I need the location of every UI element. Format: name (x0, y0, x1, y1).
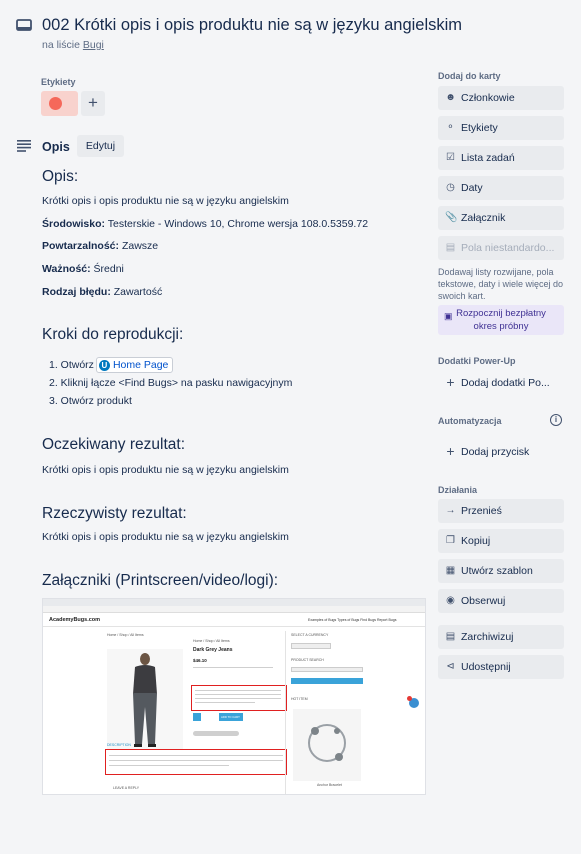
copy-icon: ❐ (446, 535, 455, 546)
shot-nav: Examples of Bugs Types of Bugs Find Bugs… (308, 618, 397, 622)
card-title[interactable]: 002 Krótki opis i opis produktu nie są w… (42, 16, 462, 35)
shot-hot-title: HOT ITEM (291, 697, 308, 701)
checklist-button[interactable]: ☑ Lista zadań (438, 146, 564, 170)
eye-icon: ◉ (446, 595, 455, 606)
shot-highlight-short-desc (191, 685, 287, 711)
custom-fields-button[interactable]: ▤ Pola niestandardo... (438, 236, 564, 260)
env-line: Środowisko: Testerskie - Windows 10, Chr… (42, 218, 369, 230)
heading-attachments: Załączniki (Printscreen/video/logi): (42, 572, 279, 589)
plus-icon: + (446, 374, 455, 390)
arrow-right-icon: → (445, 505, 456, 516)
shot-reply: LEAVE A REPLY (113, 786, 140, 790)
heading-actual: Rzeczywisty rezultat: (42, 505, 187, 522)
checkbox-icon: ☑ (446, 152, 455, 163)
heading-steps: Kroki do reprodukcji: (42, 326, 184, 343)
label-chip-red[interactable] (41, 91, 78, 116)
shot-price: $46.10 (193, 658, 207, 663)
clock-icon: ◷ (446, 182, 455, 193)
watch-button[interactable]: ◉ Obserwuj (438, 589, 564, 613)
shot-sidebar-divider (285, 631, 286, 794)
attachment-screenshot[interactable]: AcademyBugs.com Examples of Bugs Types o… (42, 598, 426, 795)
expected-text: Krótki opis i opis produktu nie są w jęz… (42, 464, 289, 476)
shot-breadcrumb: Home / Shop / All Items (107, 633, 144, 637)
description-icon (17, 140, 31, 152)
step-2: 2. Kliknij łącze <Find Bugs> na pasku na… (49, 377, 293, 389)
shot-search-button (291, 678, 363, 684)
shot-search-title: PRODUCT SEARCH (291, 658, 324, 662)
paperclip-icon: 📎 (445, 212, 458, 223)
description-heading: Opis (42, 140, 70, 154)
label-color-dot (49, 97, 62, 110)
trial-icon: ▣ (444, 311, 453, 321)
share-button[interactable]: ⊲ Udostępnij (438, 655, 564, 679)
shot-divider (43, 626, 425, 627)
labels-heading: Etykiety (41, 77, 76, 87)
heading-opis: Opis: (42, 168, 79, 185)
share-icon: ⊲ (446, 661, 455, 672)
add-powerups-button[interactable]: + Dodaj dodatki Po... (438, 371, 564, 395)
archive-icon: ▤ (445, 631, 456, 642)
browser-bookmarks (43, 606, 425, 613)
actions-heading: Działania (438, 485, 478, 495)
home-page-link[interactable]: U Home Page (95, 357, 174, 373)
link-favicon-icon: U (98, 360, 110, 371)
template-icon: ▦ (445, 565, 456, 576)
repeatability-line: Powtarzalność: Zawsze (42, 240, 159, 252)
shot-product-name: Dark Grey Jeans (193, 647, 233, 653)
archive-button[interactable]: ▤ Zarchiwizuj (438, 625, 564, 649)
shot-text-line (193, 667, 273, 668)
edit-description-button[interactable]: Edytuj (77, 135, 124, 157)
shot-qty (193, 713, 201, 721)
shot-hot-image (293, 709, 361, 781)
heading-expected: Oczekiwany rezultat: (42, 436, 185, 453)
shot-currency-select (291, 643, 331, 649)
custom-fields-note: Dodawaj listy rozwijane, pola tekstowe, … (438, 267, 564, 301)
step-3: 3. Otwórz produkt (49, 395, 132, 407)
shot-share-icons (193, 731, 239, 736)
shot-highlight-description (105, 749, 287, 775)
step-1: 1. Otwórz U Home Page (49, 357, 174, 373)
start-trial-button[interactable]: ▣ Rozpocznij bezpłatny okres próbny (438, 305, 564, 335)
shot-product-breadcrumb: Home / Shop / All Items (193, 639, 230, 643)
shot-desc-tab: DESCRIPTION (107, 743, 131, 747)
automation-heading: Automatyzacja (438, 416, 502, 426)
severity-line: Ważność: Średni (42, 263, 124, 275)
shot-hot-name: Anchor Bracelet (317, 783, 342, 787)
attachment-button[interactable]: 📎 Załącznik (438, 206, 564, 230)
card-icon (16, 19, 32, 31)
plus-icon: + (446, 443, 455, 459)
shot-currency-title: SELECT A CURRENCY (291, 633, 329, 637)
bug-type-line: Rodzaj błędu: Zawartość (42, 286, 163, 298)
create-template-button[interactable]: ▦ Utwórz szablon (438, 559, 564, 583)
labels-button[interactable]: ⚬ Etykiety (438, 116, 564, 140)
tag-icon: ⚬ (446, 122, 455, 133)
shot-floating-badge (407, 696, 412, 701)
powerups-heading: Dodatki Power-Up (438, 356, 516, 366)
add-to-card-heading: Dodaj do karty (438, 71, 501, 81)
move-button[interactable]: → Przenieś (438, 499, 564, 523)
person-icon: ☻ (445, 92, 456, 103)
add-button-button[interactable]: + Dodaj przycisk (438, 440, 564, 464)
shot-logo: AcademyBugs.com (49, 617, 101, 623)
dates-button[interactable]: ◷ Daty (438, 176, 564, 200)
browser-tabbar (43, 599, 425, 606)
info-icon[interactable]: i (550, 414, 562, 426)
shot-search-input (291, 667, 363, 672)
opis-text: Krótki opis i opis produktu nie są w jęz… (42, 195, 289, 207)
list-reference: na liście Bugi (42, 39, 104, 51)
copy-button[interactable]: ❐ Kopiuj (438, 529, 564, 553)
members-button[interactable]: ☻ Członkowie (438, 86, 564, 110)
shot-product-image (107, 649, 183, 749)
list-link[interactable]: Bugi (83, 39, 104, 51)
add-label-button[interactable]: + (81, 91, 105, 116)
custom-fields-icon: ▤ (445, 242, 456, 253)
actual-text: Krótki opis i opis produktu nie są w jęz… (42, 531, 289, 543)
